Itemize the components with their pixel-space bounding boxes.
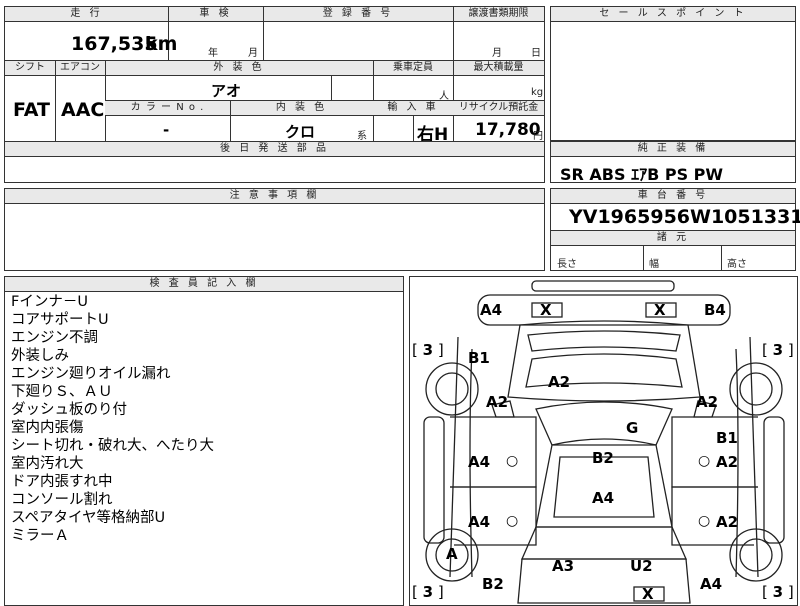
equipment-panel: 純 正 装 備 SR ABS ｴｱB PS PW <box>550 141 796 184</box>
transfer-day-unit: 日 <box>531 48 541 59</box>
damage-left-rear-door: A4 <box>468 513 491 531</box>
shift-header: シフト <box>5 61 55 76</box>
note-line: ドア内張すれ中 <box>11 474 113 490</box>
mark-circle-left-front-door: ○ <box>506 453 519 469</box>
exterior-color-value: アオ <box>211 82 242 100</box>
mileage-header: 走 行 <box>5 7 168 22</box>
damage-right-front-door: A2 <box>716 453 739 471</box>
interior-header: 内 装 色 <box>230 101 373 116</box>
note-line: ダッシュ板のり付 <box>11 402 127 418</box>
damage-front-left-corner: A4 <box>480 301 503 319</box>
damage-rear-right: U2 <box>630 557 653 575</box>
shift-value: FAT <box>13 99 50 121</box>
ac-header: エアコン <box>55 61 105 76</box>
damage-left-front-fender-top: B1 <box>468 349 490 367</box>
note-line: Fインナ－U <box>11 294 88 310</box>
vehicle-info-panel: 走 行 車 検 登 録 番 号 譲渡書類期限 167,535 km 年 月 月 … <box>4 6 545 183</box>
recycle-header: リサイクル預託金 <box>453 101 544 116</box>
note-line: エンジン廻りオイル漏れ <box>11 366 171 382</box>
damage-front-bumper-left: X <box>540 301 552 319</box>
color-no-value: - <box>163 121 170 139</box>
note-line: コアサポートU <box>11 312 109 328</box>
damage-roof: B2 <box>592 449 614 467</box>
note-line: コンソール割れ <box>11 492 113 508</box>
mark-circle-left-rear-door: ○ <box>506 513 519 529</box>
note-line: シート切れ・破れ大、へたり大 <box>11 438 214 454</box>
load-header: 最大積載量 <box>453 61 544 76</box>
damage-left-rear-quarter: B2 <box>482 575 504 593</box>
damage-front-bumper-right: X <box>654 301 666 319</box>
interior-color-suffix: 系 <box>357 131 367 142</box>
equipment-value: SR ABS ｴｱB PS PW <box>560 165 724 184</box>
note-line: 室内汚れ大 <box>11 456 84 472</box>
caution-header: 注 意 事 項 欄 <box>5 189 544 204</box>
damage-rear-bumper: X <box>642 585 654 603</box>
ac-value: AAC <box>61 99 105 121</box>
damage-right-rear-door: A2 <box>716 513 739 531</box>
recycle-unit: 円 <box>533 131 543 142</box>
chassis-header: 車 台 番 号 <box>551 189 795 204</box>
mark-circle-right-rear-door: ○ <box>698 513 711 529</box>
damage-left-rear-wheel: A <box>446 545 458 563</box>
tire-front-right: [ 3 ] <box>762 341 794 359</box>
chassis-number: YV1965956W1051331 <box>569 206 800 228</box>
sales-point-panel: セ ー ル ス ポ イ ン ト <box>550 6 796 141</box>
note-line: 下廻りＳ、ＡＵ <box>11 384 113 400</box>
inspection-month-unit: 月 <box>248 48 258 59</box>
tire-front-left: [ 3 ] <box>412 341 444 359</box>
car-outline-drawing <box>423 280 785 604</box>
interior-color-value: クロ <box>285 123 316 141</box>
damage-right-rear-corner: A4 <box>700 575 723 593</box>
load-unit: kg <box>531 87 544 98</box>
damage-right-front-door-top: B1 <box>716 429 738 447</box>
damage-roof-rear: A4 <box>592 489 615 507</box>
mileage-unit: km <box>145 33 178 55</box>
recycle-value: 17,780 <box>475 120 541 140</box>
chassis-panel: 車 台 番 号 YV1965956W1051331 <box>550 188 800 231</box>
damage-hood: A2 <box>548 373 571 391</box>
tire-rear-right: [ 3 ] <box>762 583 794 601</box>
note-line: ミラーＡ <box>11 528 69 544</box>
dimensions-header: 諸 元 <box>551 231 795 246</box>
tire-rear-left: [ 3 ] <box>412 583 444 601</box>
inspection-year-unit: 年 <box>208 48 218 59</box>
caution-panel: 注 意 事 項 欄 <box>4 188 545 271</box>
capacity-header: 乗車定員 <box>373 61 453 76</box>
damage-left-front-door: A4 <box>468 453 491 471</box>
color-no-header: カ ラ ー N o . <box>105 101 230 116</box>
note-line: 外装しみ <box>11 348 69 364</box>
exterior-header: 外 装 色 <box>105 61 373 76</box>
note-line: 室内内張傷 <box>11 420 84 436</box>
later-parts-header: 後 日 発 送 部 品 <box>5 142 544 157</box>
inspection-header: 車 検 <box>168 7 263 22</box>
damage-right-front-fender: A2 <box>696 393 719 411</box>
width-label: 幅 <box>649 259 659 270</box>
damage-rear-left: A3 <box>552 557 575 575</box>
equipment-header: 純 正 装 備 <box>551 142 795 157</box>
registration-header: 登 録 番 号 <box>263 7 453 22</box>
inspector-notes-header: 検 査 員 記 入 欄 <box>5 277 403 292</box>
inspector-notes-panel: 検 査 員 記 入 欄 Fインナ－U コアサポートU エンジン不調 外装しみ エ… <box>4 276 404 606</box>
damage-windshield: G <box>626 419 639 437</box>
vehicle-damage-diagram: A4 B4 X X [ 3 ] [ 3 ] [ 3 ] [ 3 ] B1 A2 … <box>409 276 798 606</box>
sales-point-header: セ ー ル ス ポ イ ン ト <box>551 7 795 22</box>
length-label: 長さ <box>557 259 577 270</box>
damage-front-right-corner: B4 <box>704 301 726 319</box>
transfer-header: 譲渡書類期限 <box>453 7 544 22</box>
damage-left-front-fender: A2 <box>486 393 509 411</box>
note-line: スペアタイヤ等格納部U <box>11 510 166 526</box>
note-line: エンジン不調 <box>11 330 98 346</box>
mark-circle-right-front-door: ○ <box>698 453 711 469</box>
height-label: 高さ <box>727 259 747 270</box>
transfer-month-unit: 月 <box>492 48 502 59</box>
import-header: 輸 入 車 <box>373 101 453 116</box>
dimensions-panel: 諸 元 長さ 幅 高さ <box>550 230 796 271</box>
